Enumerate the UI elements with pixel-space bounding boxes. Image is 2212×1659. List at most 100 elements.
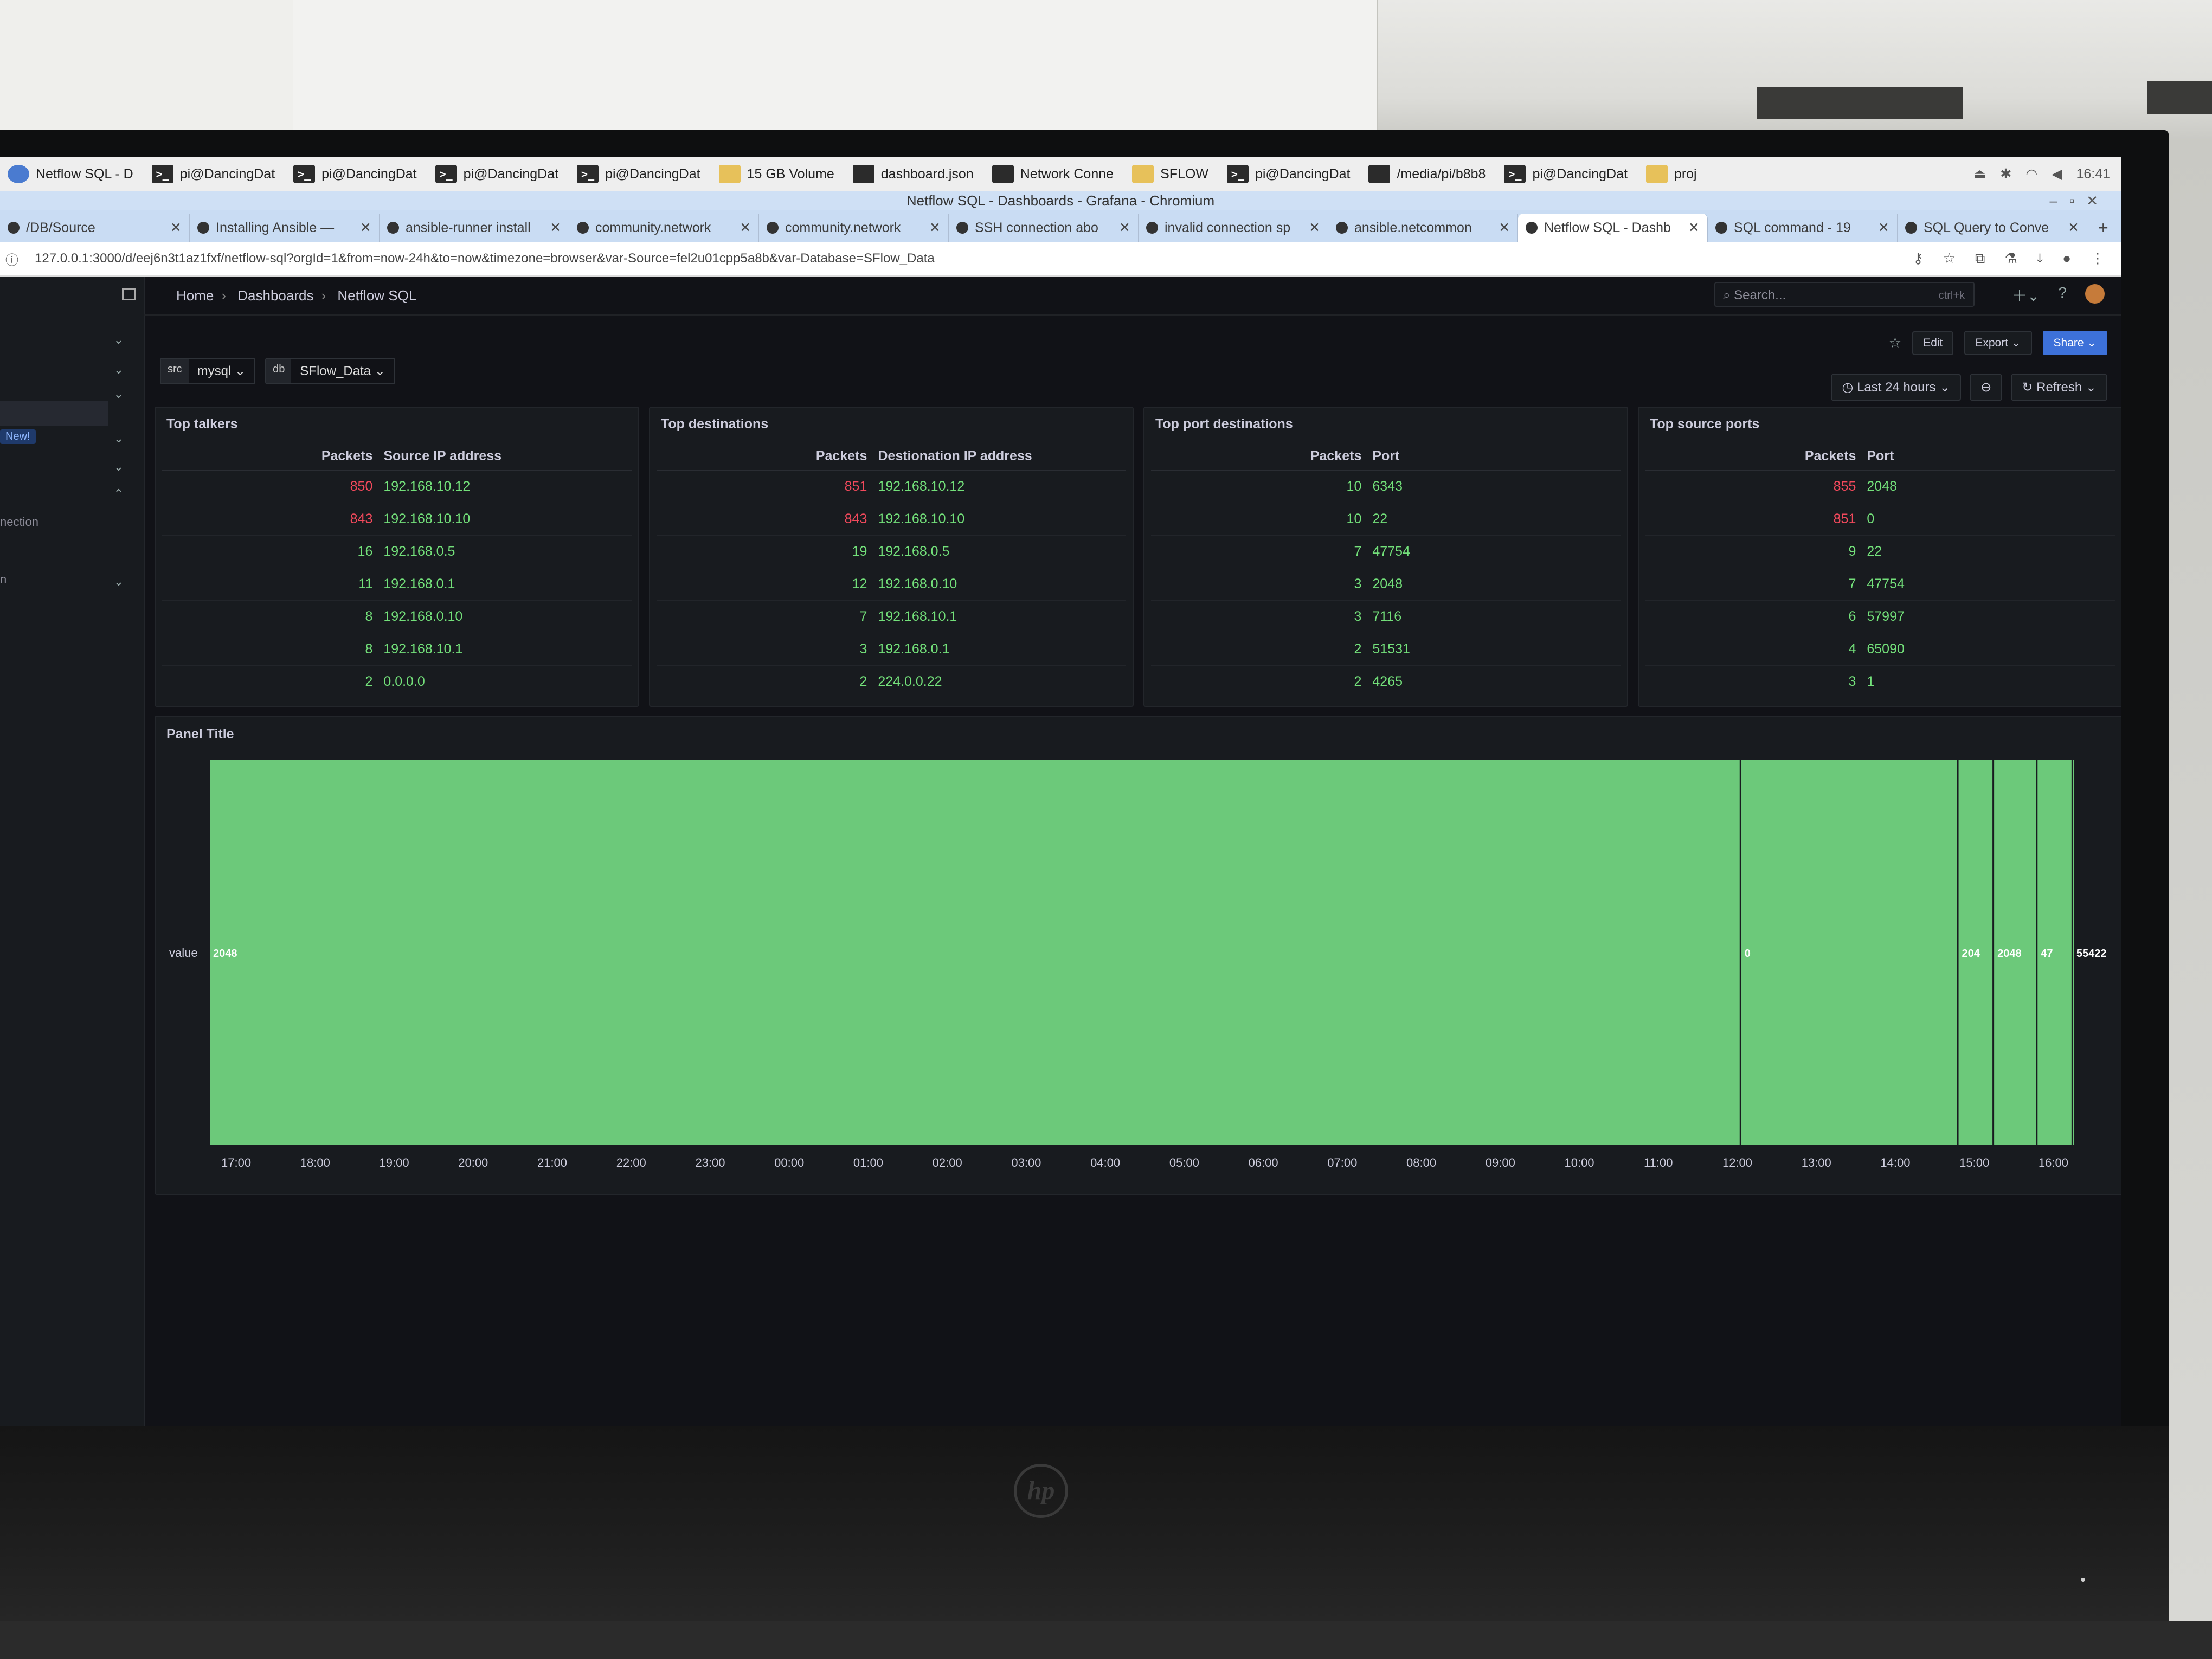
share-button[interactable]: Share ⌄ [2042, 331, 2107, 355]
value-cell: 192.168.0.10 [378, 600, 632, 633]
plus-icon[interactable]: ＋⌄ [2012, 284, 2040, 306]
browser-tab[interactable]: community.network ✕ [569, 214, 759, 242]
export-button[interactable]: Export ⌄ [1964, 331, 2032, 355]
profile-icon[interactable]: ● [2062, 250, 2071, 267]
side-menu-item[interactable]: ⌃ [0, 485, 130, 506]
close-tab-icon[interactable]: ✕ [170, 220, 182, 236]
taskbar-item[interactable]: >_ pi@DancingDat [1219, 159, 1358, 189]
chevron-down-icon: ⌄ [113, 460, 124, 473]
close-tab-icon[interactable]: ✕ [1878, 220, 1889, 236]
labs-icon[interactable]: ⚗ [2004, 250, 2017, 267]
breadcrumb-dashboards[interactable]: Dashboards [237, 287, 313, 304]
close-tab-icon[interactable]: ✕ [1499, 220, 1510, 236]
column-header[interactable]: Destionation IP address [872, 443, 1126, 471]
window-controls[interactable]: –▫✕ [2050, 191, 2110, 210]
side-menu-item[interactable]: ⌄ [0, 385, 130, 407]
value-cell: 192.168.10.10 [378, 503, 632, 536]
close-tab-icon[interactable]: ✕ [1688, 220, 1700, 236]
taskbar-item[interactable]: /media/pi/b8b8 [1361, 159, 1493, 189]
taskbar-item[interactable]: 15 GB Volume [711, 159, 842, 189]
favicon-icon [1715, 222, 1727, 234]
browser-tab[interactable]: ansible-runner install ✕ [380, 214, 569, 242]
column-header[interactable]: Port [1861, 443, 2115, 471]
variable-src[interactable]: src mysql ⌄ [160, 358, 256, 384]
taskbar-item[interactable]: Network Conne [985, 159, 1121, 189]
browser-tab-active[interactable]: Netflow SQL - Dashb ✕ [1518, 214, 1708, 242]
browser-tab[interactable]: SSH connection abo ✕ [949, 214, 1139, 242]
breadcrumb-home[interactable]: Home [176, 287, 214, 304]
taskbar-item[interactable]: >_ pi@DancingDat [286, 159, 424, 189]
side-menu-item[interactable]: ⌄ [0, 429, 130, 451]
taskbar-item[interactable]: >_ pi@DancingDat [569, 159, 708, 189]
taskbar-item[interactable]: >_ pi@DancingDat [428, 159, 566, 189]
browser-tab[interactable]: invalid connection sp ✕ [1139, 214, 1328, 242]
dock-menu-icon[interactable] [122, 288, 136, 300]
table-row: 10 6343 [1151, 470, 1621, 503]
side-menu-item[interactable]: ⌄ [0, 573, 130, 594]
column-header[interactable]: Packets [1645, 443, 1862, 471]
close-tab-icon[interactable]: ✕ [2068, 220, 2079, 236]
panel-title[interactable]: Top talkers [166, 416, 238, 432]
browser-tab[interactable]: SQL command - 19 ✕ [1708, 214, 1898, 242]
url-field[interactable]: 127.0.0.1:3000/d/eej6n3t1az1fxf/netflow-… [35, 251, 1913, 266]
page-info-icon[interactable]: ⓘ [5, 249, 18, 268]
taskbar-item[interactable]: >_ pi@DancingDat [1496, 159, 1635, 189]
close-tab-icon[interactable]: ✕ [360, 220, 371, 236]
column-header[interactable]: Source IP address [378, 443, 632, 471]
taskbar-item[interactable]: SFLOW [1124, 159, 1216, 189]
extensions-icon[interactable]: ⧉ [1975, 250, 1985, 267]
close-tab-icon[interactable]: ✕ [1309, 220, 1320, 236]
browser-tab[interactable]: Installing Ansible — ✕ [190, 214, 380, 242]
new-tab-button[interactable]: + [2087, 214, 2119, 242]
column-header[interactable]: Port [1367, 443, 1621, 471]
download-icon[interactable]: ⤓ [2037, 250, 2043, 267]
close-tab-icon[interactable]: ✕ [929, 220, 941, 236]
share-label: Share [2053, 337, 2084, 349]
zoom-out-button[interactable]: ⊖ [1970, 374, 2003, 401]
taskbar-item[interactable]: dashboard.json [845, 159, 981, 189]
bookmark-star-icon[interactable]: ☆ [1943, 250, 1956, 267]
key-icon[interactable]: ⚷ [1913, 250, 1924, 267]
menu-kebab-icon[interactable]: ⋮ [2091, 250, 2105, 267]
taskbar-item[interactable]: Netflow SQL - D [0, 159, 141, 189]
time-picker[interactable]: ◷ Last 24 hours ⌄ [1831, 374, 1962, 401]
panel-title[interactable]: Top source ports [1650, 416, 1759, 432]
terminal-icon: >_ [151, 165, 173, 183]
panel-title[interactable]: Top destinations [661, 416, 768, 432]
favicon-icon [577, 222, 589, 234]
search-input[interactable]: ⌕ Search... ctrl+k [1714, 282, 1975, 307]
volume-icon[interactable]: ◀ [2052, 166, 2062, 182]
panel-title[interactable]: Top port destinations [1155, 416, 1293, 432]
refresh-button[interactable]: ↻ Refresh ⌄ [2011, 374, 2107, 401]
close-tab-icon[interactable]: ✕ [550, 220, 561, 236]
side-menu-item[interactable]: ⌄ [0, 331, 130, 352]
os-taskbar: Netflow SQL - D >_ pi@DancingDat >_ pi@Danci… [0, 157, 2121, 191]
taskbar-item[interactable]: proj [1638, 159, 1705, 189]
browser-tab[interactable]: ansible.netcommon ✕ [1328, 214, 1518, 242]
table-row: 16 192.168.0.5 [162, 535, 632, 568]
edit-button[interactable]: Edit [1912, 331, 1954, 355]
variable-db[interactable]: db SFlow_Data ⌄ [265, 358, 395, 384]
wifi-icon[interactable]: ◠ [2025, 166, 2037, 182]
taskbar-item[interactable]: >_ pi@DancingDat [144, 159, 282, 189]
browser-tab[interactable]: SQL Query to Conve ✕ [1898, 214, 2087, 242]
clock[interactable]: 16:41 [2076, 166, 2110, 182]
help-icon[interactable]: ? [2058, 284, 2067, 306]
table-row: 2 51531 [1151, 633, 1621, 666]
column-header[interactable]: Packets [1151, 443, 1367, 471]
bluetooth-icon[interactable]: ✱ [2000, 166, 2011, 182]
column-header[interactable]: Packets [162, 443, 378, 471]
side-menu-item[interactable]: ⌄ [0, 458, 130, 479]
variable-value-text: mysql [197, 364, 232, 378]
x-tick-label: 07:00 [1327, 1156, 1357, 1169]
side-menu-label[interactable]: nection [0, 515, 38, 529]
side-menu-item[interactable]: ⌄ [0, 361, 130, 382]
browser-tab[interactable]: /DB/Source ✕ [0, 214, 190, 242]
column-header[interactable]: Packets [657, 443, 873, 471]
browser-tab[interactable]: community.network ✕ [759, 214, 949, 242]
eject-icon[interactable]: ⏏ [1973, 166, 1986, 182]
star-icon[interactable]: ☆ [1889, 335, 1901, 351]
avatar[interactable] [2085, 284, 2105, 304]
close-tab-icon[interactable]: ✕ [740, 220, 751, 236]
close-tab-icon[interactable]: ✕ [1119, 220, 1130, 236]
